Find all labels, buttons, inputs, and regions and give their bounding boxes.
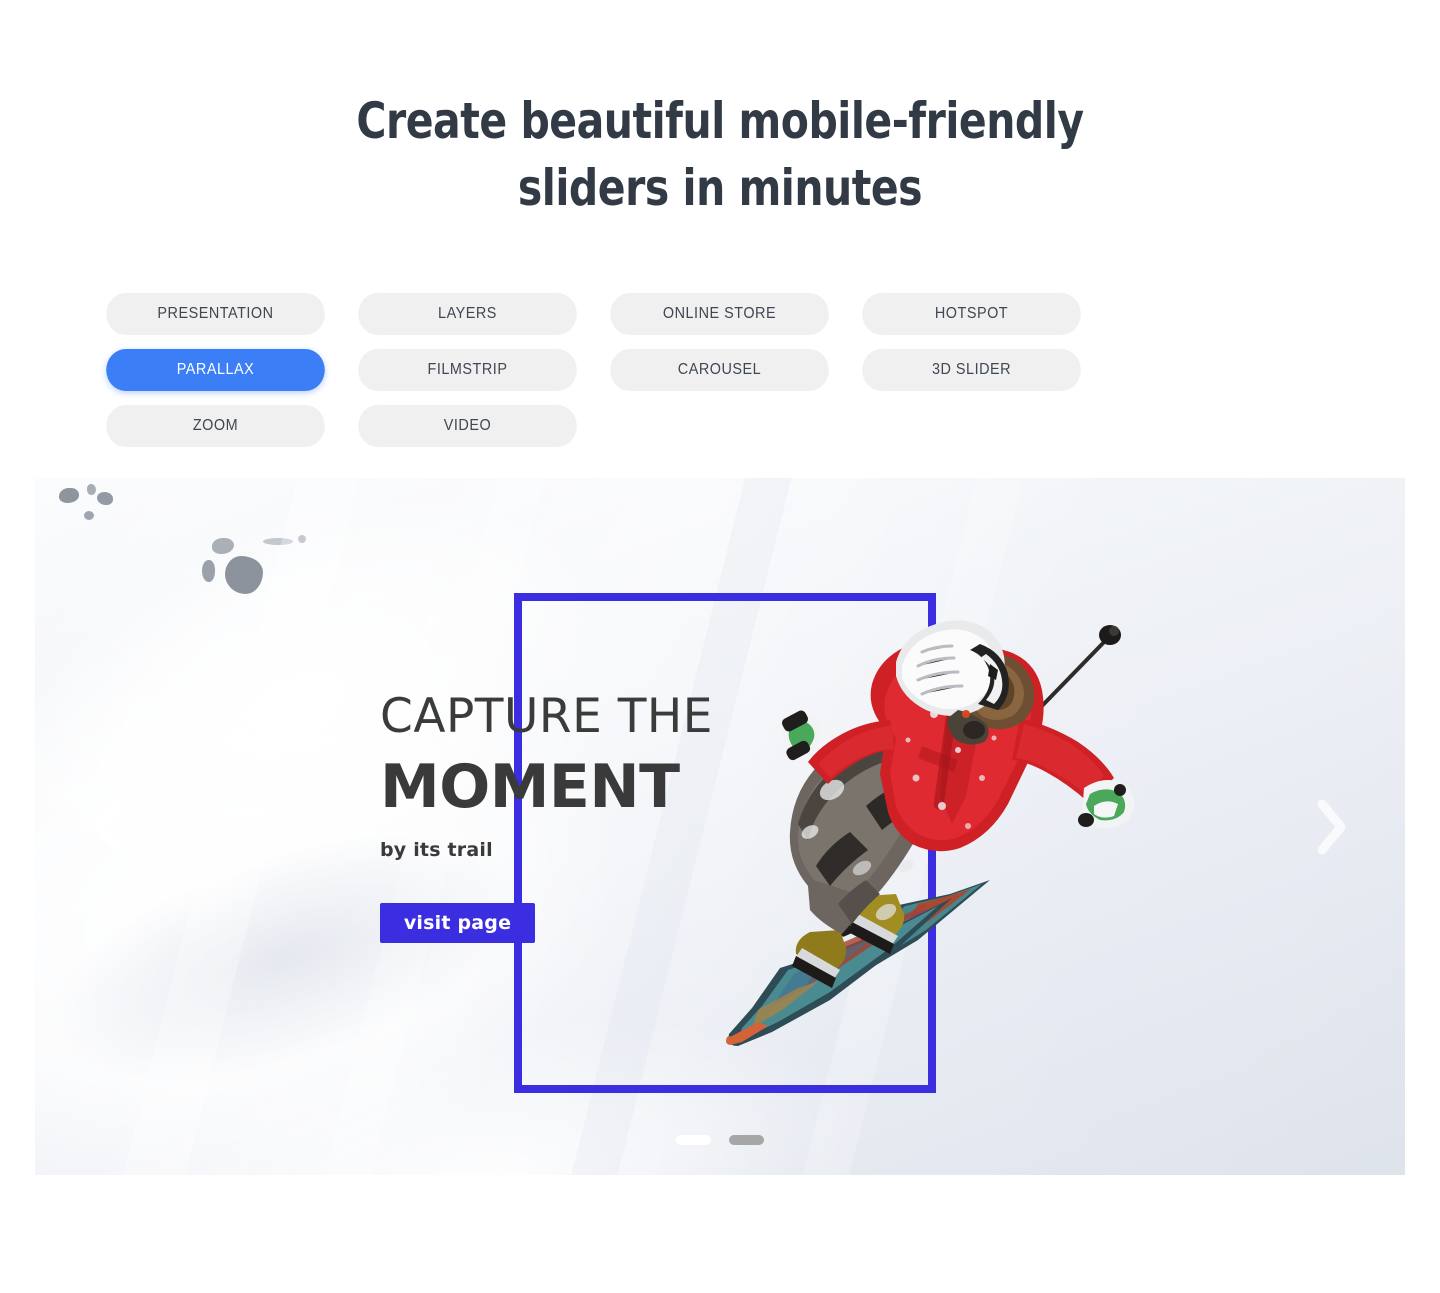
- rock-outcrop: [225, 556, 263, 594]
- rock-outcrop: [212, 538, 234, 554]
- tab-3d-slider[interactable]: 3D SLIDER: [862, 349, 1081, 391]
- slider-stage[interactable]: CAPTURE THE MOMENT by its trail visit pa…: [35, 478, 1405, 1175]
- rock-outcrop: [298, 535, 306, 543]
- page-title-line-1: Create beautiful mobile-friendly: [356, 92, 1084, 150]
- rock-outcrop: [263, 538, 293, 545]
- tab-carousel[interactable]: CAROUSEL: [610, 349, 829, 391]
- tab-zoom[interactable]: ZOOM: [106, 405, 325, 447]
- visit-page-button[interactable]: visit page: [380, 903, 535, 944]
- tab-hotspot[interactable]: HOTSPOT: [862, 293, 1081, 335]
- page-root: Create beautiful mobile-friendly sliders…: [0, 0, 1440, 1293]
- chevron-left-icon: [94, 799, 123, 854]
- slider-prev-button[interactable]: [81, 791, 135, 863]
- page-title-line-2: sliders in minutes: [517, 159, 923, 217]
- tab-parallax[interactable]: PARALLAX: [106, 349, 325, 391]
- slide-caption: CAPTURE THE MOMENT by its trail visit pa…: [380, 689, 713, 944]
- tab-presentation[interactable]: PRESENTATION: [106, 293, 325, 335]
- slide-heading-line-1: CAPTURE THE: [380, 689, 713, 744]
- rock-outcrop: [87, 484, 96, 495]
- rock-outcrop: [84, 511, 94, 520]
- slide-heading-line-2: MOMENT: [380, 752, 680, 822]
- tab-video[interactable]: VIDEO: [358, 405, 577, 447]
- slide-subheading: by its trail: [380, 839, 493, 862]
- slider-type-tabs: PRESENTATION LAYERS ONLINE STORE HOTSPOT…: [98, 293, 1338, 447]
- slider-pagination: [35, 1135, 1405, 1145]
- chevron-right-icon: [1317, 799, 1346, 854]
- pagination-bullet-1[interactable]: [676, 1135, 711, 1145]
- pagination-bullet-2[interactable]: [729, 1135, 764, 1145]
- rock-outcrop: [59, 488, 79, 503]
- page-title: Create beautiful mobile-friendly sliders…: [130, 88, 1311, 222]
- rock-outcrop: [202, 560, 215, 582]
- slider-next-button[interactable]: [1305, 791, 1359, 863]
- skier-image: [690, 618, 1250, 1088]
- tab-layers[interactable]: LAYERS: [358, 293, 577, 335]
- rock-outcrop: [97, 492, 113, 505]
- tab-filmstrip[interactable]: FILMSTRIP: [358, 349, 577, 391]
- tab-online-store[interactable]: ONLINE STORE: [610, 293, 829, 335]
